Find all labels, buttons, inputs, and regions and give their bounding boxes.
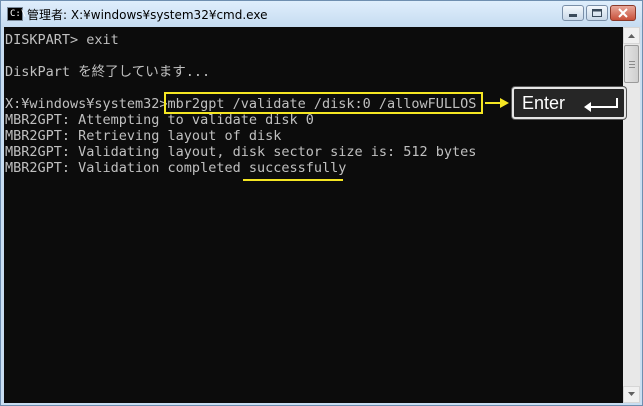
maximize-button[interactable] (586, 5, 608, 21)
scroll-thumb[interactable] (624, 45, 639, 83)
title-bar[interactable]: C:\ 管理者: X:¥windows¥system32¥cmd.exe (1, 1, 642, 27)
window-title: 管理者: X:¥windows¥system32¥cmd.exe (27, 8, 268, 22)
enter-key-callout: Enter (512, 87, 626, 119)
minimize-button[interactable] (562, 5, 584, 21)
console-line: MBR2GPT: Validating layout, disk sector … (5, 144, 477, 160)
vertical-scrollbar[interactable] (623, 27, 640, 403)
console-output[interactable]: DISKPART> exit DiskPart を終了しています... X:¥w… (4, 27, 623, 403)
arrow-right-icon (485, 98, 509, 108)
command-highlight-box (164, 92, 483, 114)
maximize-icon (592, 9, 602, 17)
console-icon[interactable]: C:\ (7, 7, 26, 21)
scroll-up-icon (628, 34, 635, 38)
cmd-window: C:\ 管理者: X:¥windows¥system32¥cmd.exe DIS… (0, 0, 643, 406)
close-button[interactable] (610, 5, 636, 21)
console-line: MBR2GPT: Retrieving layout of disk (5, 128, 282, 144)
scroll-down-icon (628, 392, 635, 396)
console-line: DISKPART> exit (5, 32, 119, 48)
success-underline (243, 179, 343, 181)
enter-key-label: Enter (522, 93, 566, 113)
scroll-down-button[interactable] (623, 386, 640, 403)
console-line: DiskPart を終了しています... (5, 64, 211, 80)
console-line: MBR2GPT: Attempting to validate disk 0 (5, 112, 314, 128)
close-icon (618, 8, 628, 18)
enter-return-icon (584, 98, 618, 112)
scroll-up-button[interactable] (623, 27, 640, 44)
console-line: MBR2GPT: Validation completed successful… (5, 160, 347, 176)
minimize-icon (569, 14, 577, 17)
